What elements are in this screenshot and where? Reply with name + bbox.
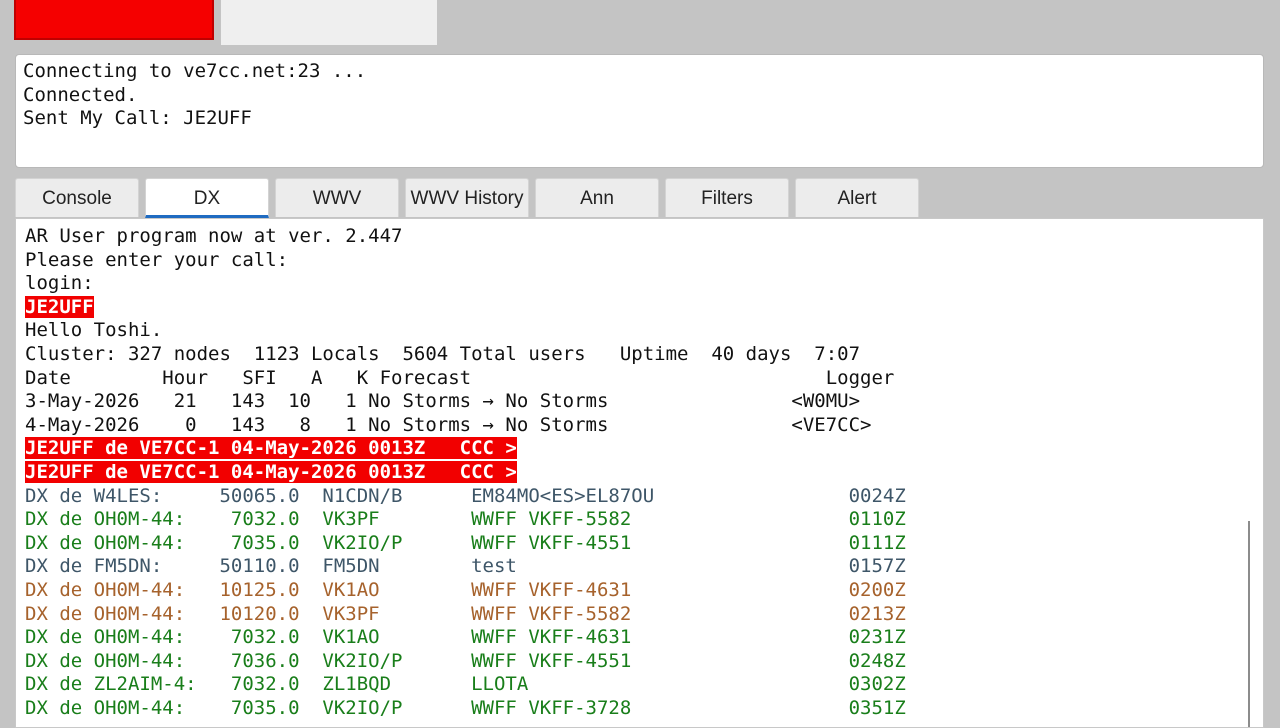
tab-console[interactable]: Console bbox=[15, 178, 139, 217]
dx-spot-row[interactable]: DX de ZL2AIM-4: 7032.0 ZL1BQD LLOTA 0302… bbox=[25, 673, 906, 697]
console-line-callsign: JE2UFF bbox=[25, 295, 906, 320]
wwv-header-line: Date Hour SFI A K Forecast Logger bbox=[25, 366, 895, 389]
dx-spot-row[interactable]: DX de FM5DN: 50110.0 FM5DN test 0157Z bbox=[25, 555, 906, 579]
tab-ann[interactable]: Ann bbox=[535, 178, 659, 217]
tab-alert[interactable]: Alert bbox=[795, 178, 919, 217]
tab-dx[interactable]: DX bbox=[145, 178, 269, 218]
prompt-highlight: JE2UFF de VE7CC-1 04-May-2026 0013Z CCC … bbox=[25, 437, 517, 460]
console-lines: AR User program now at ver. 2.447 Please… bbox=[25, 225, 906, 720]
log-line: Connected. bbox=[23, 83, 138, 106]
dx-spot-row[interactable]: DX de OH0M-44: 7035.0 VK2IO/P WWFF VKFF-… bbox=[25, 532, 906, 556]
tab-wwv-history[interactable]: WWV History bbox=[405, 178, 529, 217]
vertical-scrollbar[interactable] bbox=[1248, 521, 1250, 727]
prompt-highlight: JE2UFF de VE7CC-1 04-May-2026 0013Z CCC … bbox=[25, 460, 517, 483]
console-line: Hello Toshi. bbox=[25, 319, 163, 342]
dx-spot-row[interactable]: DX de OH0M-44: 7032.0 VK3PF WWFF VKFF-55… bbox=[25, 508, 906, 532]
dx-spot-row[interactable]: DX de OH0M-44: 10125.0 VK1AO WWFF VKFF-4… bbox=[25, 579, 906, 603]
cluster-stats-line: Cluster: 327 nodes 1123 Locals 5604 Tota… bbox=[25, 342, 861, 365]
tab-wwv[interactable]: WWV bbox=[275, 178, 399, 217]
dx-spot-row[interactable]: DX de OH0M-44: 7032.0 VK1AO WWFF VKFF-46… bbox=[25, 626, 906, 650]
dx-spot-row[interactable]: DX de W4LES: 50065.0 N1CDN/B EM84MO<ES>E… bbox=[25, 485, 906, 509]
callsign-highlight: JE2UFF bbox=[25, 295, 94, 318]
prompt-line: JE2UFF de VE7CC-1 04-May-2026 0013Z CCC … bbox=[25, 437, 906, 461]
console-line: Please enter your call: bbox=[25, 248, 289, 271]
log-line: Sent My Call: JE2UFF bbox=[23, 107, 252, 129]
log-line: Connecting to ve7cc.net:23 ... bbox=[23, 60, 367, 82]
console-line: login: bbox=[25, 272, 94, 295]
top-tab-blank[interactable] bbox=[221, 0, 437, 45]
dx-console[interactable]: AR User program now at ver. 2.447 Please… bbox=[15, 218, 1264, 728]
dx-spot-row[interactable]: DX de OH0M-44: 10120.0 VK3PF WWFF VKFF-5… bbox=[25, 603, 906, 627]
connection-log[interactable]: Connecting to ve7cc.net:23 ... Connected… bbox=[15, 54, 1264, 168]
connect-button[interactable] bbox=[14, 0, 214, 40]
tab-filters[interactable]: Filters bbox=[665, 178, 789, 217]
prompt-line: JE2UFF de VE7CC-1 04-May-2026 0013Z CCC … bbox=[25, 460, 906, 485]
wwv-row: 4-May-2026 0 143 8 1 No Storms → No Stor… bbox=[25, 413, 872, 436]
dx-spot-row[interactable]: DX de OH0M-44: 7036.0 VK2IO/P WWFF VKFF-… bbox=[25, 650, 906, 674]
console-line: AR User program now at ver. 2.447 bbox=[25, 225, 403, 247]
dx-spot-row[interactable]: DX de OH0M-44: 7035.0 VK2IO/P WWFF VKFF-… bbox=[25, 697, 906, 721]
wwv-row: 3-May-2026 21 143 10 1 No Storms → No St… bbox=[25, 390, 861, 413]
